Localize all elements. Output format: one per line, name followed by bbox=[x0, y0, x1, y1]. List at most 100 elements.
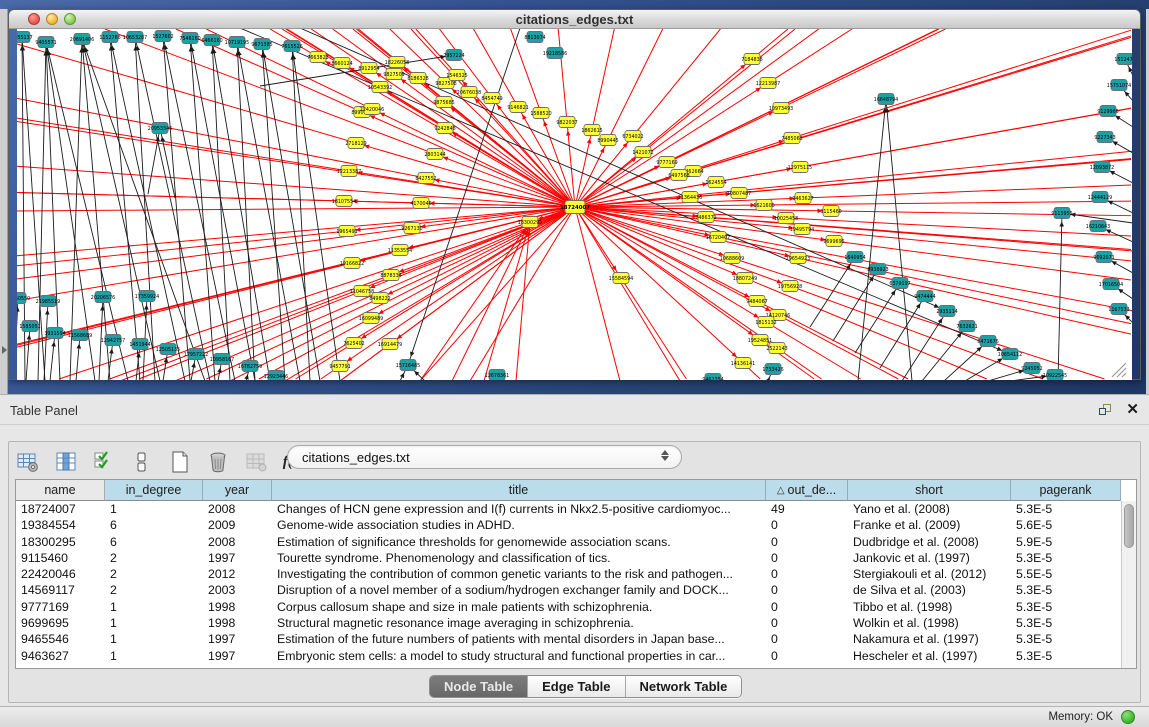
graph-node-selected[interactable]: 21364436 bbox=[678, 192, 702, 203]
graph-node-selected[interactable]: 8427552 bbox=[415, 173, 436, 184]
table-row[interactable]: 1830029562008Estimation of significance … bbox=[16, 534, 1121, 550]
table-select-dropdown[interactable]: citations_edges.txt bbox=[287, 445, 682, 469]
table-row[interactable]: 946362711997Embryonic stem cells: a mode… bbox=[16, 648, 1121, 664]
column-header-title[interactable]: title bbox=[272, 480, 766, 501]
graph-node-selected[interactable]: 1862615 bbox=[581, 125, 602, 136]
graph-node-selected[interactable]: 12213987 bbox=[756, 78, 780, 89]
graph-node-selected[interactable]: 1624554 bbox=[705, 177, 726, 188]
table-row[interactable]: 977716911998Corpus callosum shape and si… bbox=[16, 599, 1121, 615]
graph-node-unselected[interactable]: 17359924 bbox=[135, 291, 159, 302]
network-canvas[interactable]: 1872400718300295205513794055712069140611… bbox=[17, 29, 1132, 380]
graph-node-unselected[interactable]: 8471676 bbox=[977, 336, 998, 347]
graph-node-unselected[interactable]: 20206576 bbox=[91, 292, 115, 303]
graph-node-selected[interactable]: 1815132 bbox=[755, 317, 776, 328]
tab-edge-table[interactable]: Edge Table bbox=[528, 676, 625, 697]
graph-node-selected[interactable]: 2522143 bbox=[766, 343, 787, 354]
graph-node-selected[interactable]: 1621600 bbox=[753, 200, 774, 211]
table-settings-icon[interactable] bbox=[15, 449, 41, 475]
graph-node-selected[interactable]: 8990445 bbox=[597, 135, 618, 146]
tab-node-table[interactable]: Node Table bbox=[430, 676, 528, 697]
graph-node-unselected[interactable]: 1585051 bbox=[19, 321, 40, 332]
graph-node-unselected[interactable]: 1733426 bbox=[762, 364, 783, 375]
graph-node-selected[interactable]: 8660124 bbox=[331, 58, 352, 69]
graph-node-selected[interactable]: 2718129 bbox=[345, 138, 366, 149]
graph-node-selected[interactable]: 19654923 bbox=[786, 253, 810, 264]
row-height-icon[interactable] bbox=[129, 449, 155, 475]
graph-node-selected[interactable]: 2803144 bbox=[424, 149, 445, 160]
graph-node-selected[interactable]: 16914479 bbox=[378, 339, 402, 350]
graph-node-selected[interactable]: 6497568 bbox=[668, 170, 689, 181]
graph-node-selected[interactable]: 9267130 bbox=[401, 223, 422, 234]
graph-node-unselected[interactable]: 6466160 bbox=[201, 35, 222, 46]
graph-node-unselected[interactable]: 12942757 bbox=[101, 335, 125, 346]
graph-node-unselected[interactable]: 9245052 bbox=[1021, 363, 1042, 374]
graph-node-selected[interactable]: 7485063 bbox=[781, 133, 802, 144]
table-row[interactable]: 1872400712008Changes of HCN gene express… bbox=[16, 501, 1121, 517]
graph-node-unselected[interactable]: 9129966 bbox=[1097, 106, 1118, 117]
float-panel-icon[interactable] bbox=[1099, 404, 1113, 417]
graph-node-unselected[interactable]: 8813074 bbox=[524, 32, 545, 43]
graph-node-unselected[interactable]: 12678361 bbox=[485, 370, 509, 381]
graph-node-selected[interactable]: 4170046 bbox=[410, 198, 431, 209]
graph-node-unselected[interactable]: 9474444 bbox=[914, 291, 935, 302]
graph-node-selected[interactable]: 9822037 bbox=[556, 117, 577, 128]
graph-node-selected[interactable]: 12213387 bbox=[337, 166, 361, 177]
table-row[interactable]: 1938455462009Genome-wide association stu… bbox=[16, 517, 1121, 533]
close-panel-icon[interactable]: ✕ bbox=[1126, 400, 1139, 418]
graph-node-unselected[interactable]: 9671385 bbox=[251, 39, 272, 50]
graph-node-selected[interactable]: 18107554 bbox=[332, 196, 356, 207]
graph-node-selected[interactable]: 9146821 bbox=[507, 102, 528, 113]
graph-node-unselected[interactable]: 25260550 bbox=[17, 293, 30, 304]
graph-node-unselected[interactable]: 17016504 bbox=[1099, 279, 1123, 290]
column-header-pagerank[interactable]: pagerank bbox=[1011, 480, 1121, 501]
column-header-year[interactable]: year bbox=[203, 480, 272, 501]
column-header-out_de[interactable]: △out_de... bbox=[766, 480, 848, 501]
graph-node-selected[interactable]: 7486372 bbox=[695, 212, 716, 223]
memory-ok-indicator[interactable] bbox=[1121, 710, 1135, 724]
graph-node-selected[interactable]: 6734022 bbox=[622, 131, 643, 142]
graph-node-selected[interactable]: 9115460 bbox=[820, 206, 841, 217]
graph-node-unselected[interactable]: 6379197 bbox=[889, 278, 910, 289]
scrollbar-thumb[interactable] bbox=[1124, 504, 1134, 548]
graph-node-selected[interactable]: 12975115 bbox=[788, 162, 812, 173]
graph-node-selected[interactable]: 14136141 bbox=[731, 358, 755, 369]
table-row[interactable]: 1456911722003Disruption of a novel membe… bbox=[16, 582, 1121, 598]
graph-node-selected[interactable]: 8186328 bbox=[407, 73, 428, 84]
graph-node-unselected[interactable]: 20691406 bbox=[70, 34, 94, 45]
graph-node-unselected[interactable]: 7615526 bbox=[281, 41, 302, 52]
column-header-in_degree[interactable]: in_degree bbox=[105, 480, 203, 501]
column-header-short[interactable]: short bbox=[848, 480, 1011, 501]
graph-node-selected[interactable]: 9875685 bbox=[433, 97, 454, 108]
graph-node-selected[interactable]: 19524851 bbox=[748, 335, 772, 346]
panel-collapse-arrow-icon[interactable] bbox=[2, 346, 7, 354]
graph-node-unselected[interactable]: 9115955 bbox=[1051, 208, 1072, 219]
graph-node-unselected[interactable]: 15751074 bbox=[1107, 80, 1131, 91]
tab-network-table[interactable]: Network Table bbox=[626, 676, 742, 697]
select-rows-icon[interactable] bbox=[91, 449, 117, 475]
graph-node-unselected[interactable]: 16648794 bbox=[874, 94, 898, 105]
graph-node-selected[interactable]: 9463627 bbox=[792, 193, 813, 204]
graph-node-unselected[interactable]: 9405571 bbox=[35, 37, 56, 48]
delete-table-icon[interactable] bbox=[205, 449, 231, 475]
graph-node-unselected[interactable]: 10922545 bbox=[1043, 370, 1067, 381]
graph-node-selected[interactable]: 19756928 bbox=[778, 281, 802, 292]
graph-node-unselected[interactable]: 7546160 bbox=[179, 33, 200, 44]
graph-node-selected[interactable]: 9457791 bbox=[329, 361, 350, 372]
new-table-icon[interactable] bbox=[167, 449, 193, 475]
graph-node-selected[interactable]: 19166822 bbox=[340, 258, 364, 269]
graph-node-selected[interactable]: 20676038 bbox=[457, 87, 481, 98]
column-display-icon[interactable] bbox=[53, 449, 79, 475]
graph-node-unselected[interactable]: 1640954 bbox=[844, 252, 865, 263]
graph-node-selected[interactable]: 1421072 bbox=[632, 147, 653, 158]
graph-node-unselected[interactable]: 9692071 bbox=[1093, 252, 1114, 263]
graph-node-selected[interactable]: 15584594 bbox=[609, 273, 633, 284]
graph-node-unselected[interactable]: 8938923 bbox=[867, 264, 888, 275]
graph-node-unselected[interactable]: 1527602 bbox=[152, 31, 173, 42]
graph-node-unselected[interactable]: 3931594 bbox=[44, 328, 65, 339]
graph-node-selected[interactable]: 1588520 bbox=[530, 108, 551, 119]
graph-node-unselected[interactable]: 1451944 bbox=[129, 339, 150, 350]
table-row[interactable]: 969969511998Structural magnetic resonanc… bbox=[16, 615, 1121, 631]
graph-node-selected[interactable]: 9242848 bbox=[434, 123, 455, 134]
graph-node-selected[interactable]: 10025458 bbox=[774, 213, 798, 224]
graph-node-unselected[interactable]: 10653287 bbox=[123, 32, 147, 43]
